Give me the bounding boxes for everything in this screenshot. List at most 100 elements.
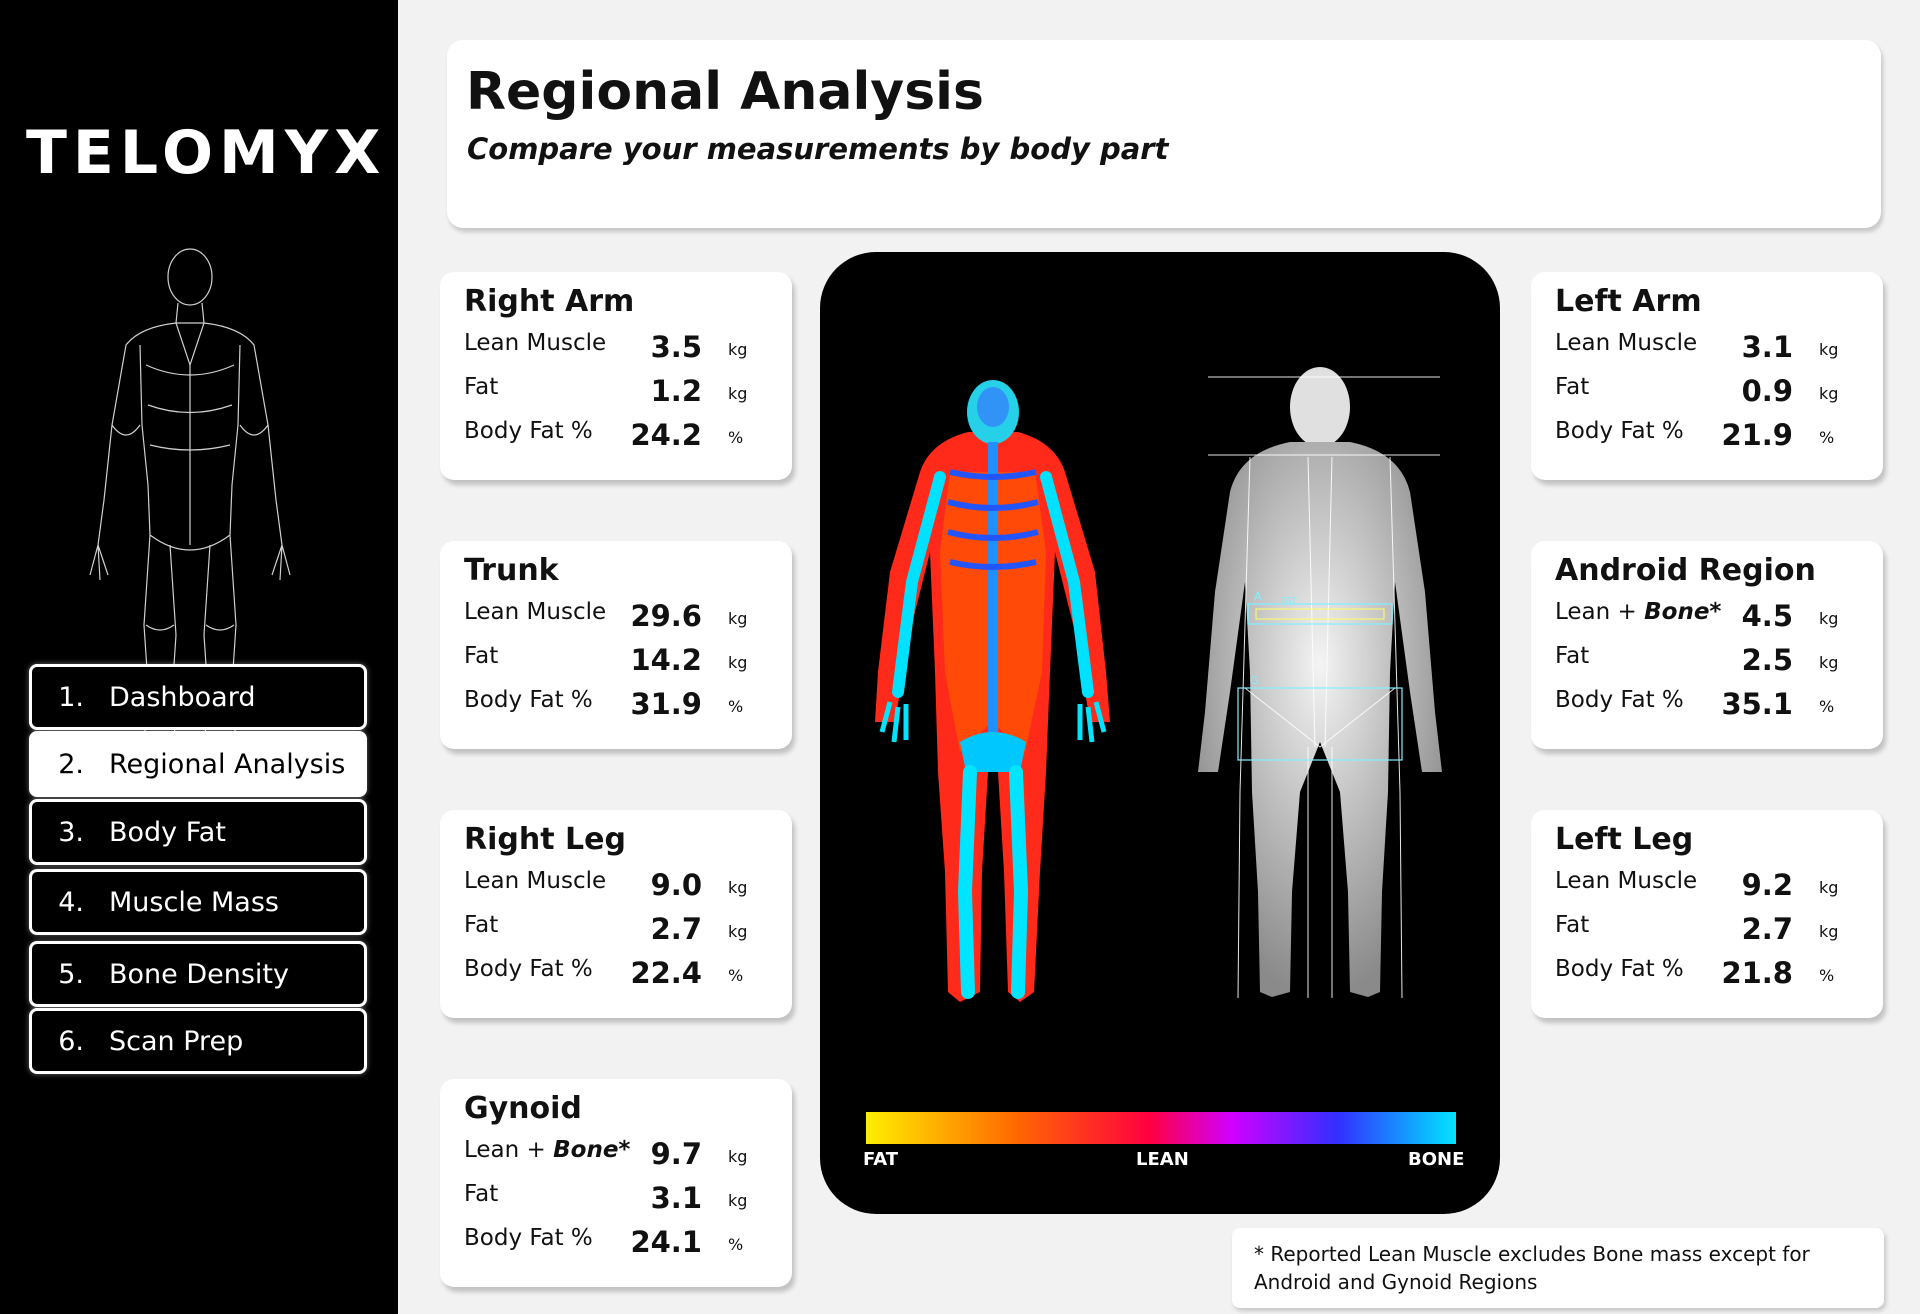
card-trunk: Trunk Lean Muscle 29.6 kg Fat 14.2 kg Bo… [440, 541, 792, 749]
stat-row: Lean Muscle 9.2 kg [1555, 864, 1865, 908]
stat-label: Fat [464, 643, 499, 669]
footnote-line-2: Android and Gynoid Regions [1254, 1270, 1538, 1294]
stat-row: Body Fat % 21.9 % [1555, 414, 1865, 458]
nav-label: Body Fat [109, 816, 226, 848]
card-title: Gynoid [464, 1091, 582, 1126]
stat-value: 22.4 [630, 956, 702, 990]
card-android-region: Android Region Lean + Bone* 4.5 kg Fat 2… [1531, 541, 1883, 749]
card-title: Right Leg [464, 822, 626, 857]
nav-number: 6. [58, 1025, 84, 1057]
stat-label: Body Fat % [464, 687, 593, 713]
stat-label: Lean Muscle [1555, 330, 1698, 356]
stat-value: 0.9 [1741, 374, 1793, 408]
page-title: Regional Analysis [466, 62, 984, 122]
stat-row: Lean Muscle 3.1 kg [1555, 326, 1865, 370]
stat-label: Body Fat % [1555, 956, 1684, 982]
nav-number: 1. [58, 681, 84, 713]
nav-regional-analysis[interactable]: 2. Regional Analysis [29, 731, 367, 797]
stat-label: Fat [1555, 912, 1590, 938]
nav-muscle-mass[interactable]: 4. Muscle Mass [29, 869, 367, 935]
stat-row: Body Fat % 35.1 % [1555, 683, 1865, 727]
stat-row: Body Fat % 24.1 % [464, 1221, 774, 1265]
stat-unit: kg [728, 609, 748, 628]
stat-label: Body Fat % [1555, 418, 1684, 444]
stat-unit: kg [728, 922, 748, 941]
stat-label: Fat [464, 1181, 499, 1207]
stat-label-prefix: Lean + [1555, 599, 1645, 625]
android-marker: A [1254, 590, 1262, 603]
nav-dashboard[interactable]: 1. Dashboard [29, 664, 367, 730]
stat-label: Lean Muscle [1555, 868, 1698, 894]
stat-value: 1.2 [650, 374, 702, 408]
nav-bone-density[interactable]: 5. Bone Density [29, 941, 367, 1007]
stat-label-emphasis: Bone* [553, 1137, 631, 1163]
stat-unit: kg [1819, 922, 1839, 941]
stat-label: Body Fat % [464, 418, 593, 444]
footnote-line-1: * Reported Lean Muscle excludes Bone mas… [1254, 1242, 1810, 1266]
stat-unit: % [1819, 697, 1835, 716]
stat-row: Lean Muscle 3.5 kg [464, 326, 774, 370]
nav-number: 2. [58, 748, 84, 780]
stat-unit: kg [728, 878, 748, 897]
stat-row: Lean + Bone* 4.5 kg [1555, 595, 1865, 639]
grayscale-body-scan: A FAT G [1198, 367, 1442, 999]
nav-number: 5. [58, 958, 84, 990]
stat-row: Fat 1.2 kg [464, 370, 774, 414]
stat-row: Body Fat % 31.9 % [464, 683, 774, 727]
nav-label: Bone Density [109, 958, 289, 990]
card-title: Left Arm [1555, 284, 1702, 319]
colorbar-fat-label: FAT [863, 1149, 899, 1170]
stat-value: 24.2 [630, 418, 702, 452]
stat-row: Fat 2.7 kg [464, 908, 774, 952]
nav-number: 4. [58, 886, 84, 918]
stat-value: 3.1 [650, 1181, 702, 1215]
nav-label: Regional Analysis [109, 748, 346, 780]
card-title: Android Region [1555, 553, 1816, 588]
stat-row: Lean + Bone* 9.7 kg [464, 1133, 774, 1177]
stat-value: 2.7 [650, 912, 702, 946]
stat-value: 14.2 [630, 643, 702, 677]
colorbar-lean-label: LEAN [1136, 1149, 1189, 1170]
stat-unit: kg [1819, 878, 1839, 897]
stat-unit: kg [728, 653, 748, 672]
dexa-scan-panel: A FAT G FAT LEAN BONE [820, 252, 1500, 1214]
nav-label: Dashboard [109, 681, 256, 713]
stat-value: 2.5 [1741, 643, 1793, 677]
stat-label: Lean Muscle [464, 330, 607, 356]
gynoid-marker: G [1250, 674, 1259, 687]
stat-unit: % [1819, 428, 1835, 447]
dexa-scan-image: A FAT G [866, 367, 1456, 1144]
card-title: Trunk [464, 553, 559, 588]
stat-value: 21.8 [1721, 956, 1793, 990]
colorbar-bone-label: BONE [1408, 1149, 1465, 1170]
page-subtitle: Compare your measurements by body part [467, 132, 1169, 166]
nav-body-fat[interactable]: 3. Body Fat [29, 799, 367, 865]
stat-row: Fat 2.7 kg [1555, 908, 1865, 952]
stat-label: Body Fat % [464, 1225, 593, 1251]
stat-unit: kg [1819, 653, 1839, 672]
stat-value: 24.1 [630, 1225, 702, 1259]
stat-unit: kg [728, 384, 748, 403]
stat-label: Lean Muscle [464, 868, 607, 894]
stat-unit: % [728, 1235, 744, 1254]
stat-row: Body Fat % 22.4 % [464, 952, 774, 996]
card-gynoid: Gynoid Lean + Bone* 9.7 kg Fat 3.1 kg Bo… [440, 1079, 792, 1287]
page-header: Regional Analysis Compare your measureme… [447, 40, 1881, 228]
color-body-scan [875, 380, 1110, 1002]
tissue-colorbar [866, 1112, 1456, 1144]
nav-number: 3. [58, 816, 84, 848]
stat-row: Body Fat % 21.8 % [1555, 952, 1865, 996]
stat-value: 21.9 [1721, 418, 1793, 452]
nav-label: Scan Prep [109, 1025, 244, 1057]
stat-value: 9.0 [650, 868, 702, 902]
nav-scan-prep[interactable]: 6. Scan Prep [29, 1008, 367, 1074]
fat-marker: FAT [1280, 596, 1298, 607]
card-title: Left Leg [1555, 822, 1694, 857]
stat-label: Lean Muscle [464, 599, 607, 625]
sidebar: TELOMYX 1. Dashboard 2. Regional Analysi… [0, 0, 398, 1314]
stat-value: 3.5 [650, 330, 702, 364]
stat-unit: kg [728, 1191, 748, 1210]
stat-label-emphasis: Bone* [1644, 599, 1722, 625]
stat-label: Body Fat % [1555, 687, 1684, 713]
stat-value: 9.7 [650, 1137, 702, 1171]
